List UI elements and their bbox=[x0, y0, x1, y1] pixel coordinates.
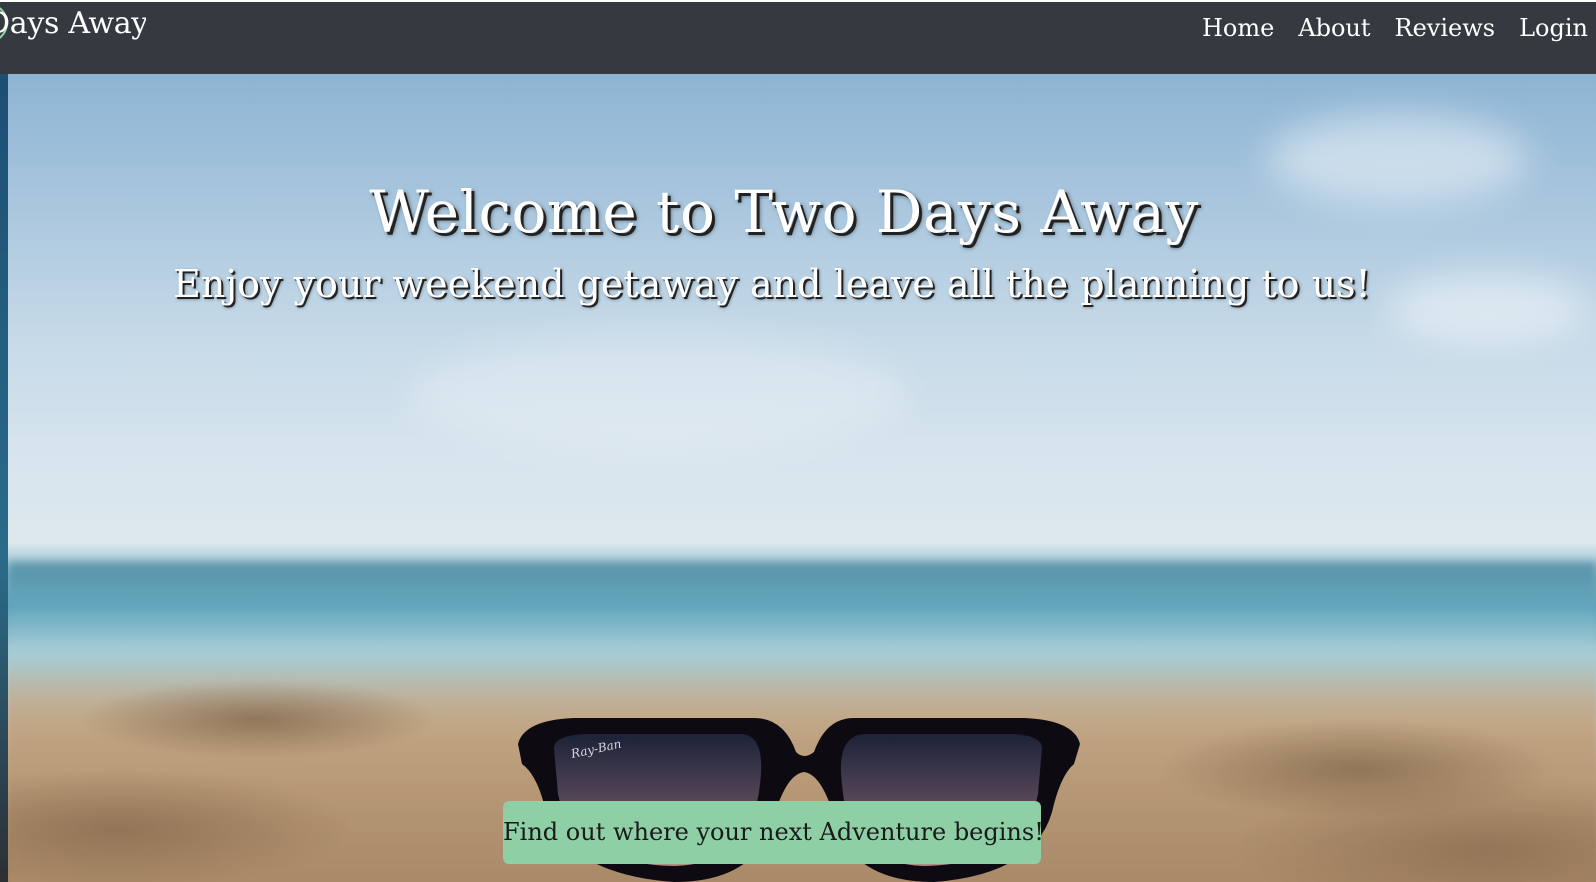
hero-title: Welcome to Two Days Away bbox=[369, 178, 1199, 246]
brand-name: Days Away bbox=[0, 6, 146, 41]
hero-subtitle: Enjoy your weekend getaway and leave all… bbox=[173, 262, 1371, 306]
brand-link[interactable]: Days Away bbox=[0, 0, 146, 50]
sea-band bbox=[8, 562, 1596, 652]
nav-link-reviews[interactable]: Reviews bbox=[1383, 14, 1508, 42]
navbar: Days Away Home About Reviews Login bbox=[0, 0, 1596, 74]
nav-link-about[interactable]: About bbox=[1286, 14, 1382, 42]
cloud-shape bbox=[408, 334, 908, 454]
nav-link-login[interactable]: Login bbox=[1507, 14, 1596, 42]
nav-links: Home About Reviews Login bbox=[1190, 14, 1596, 42]
adventure-cta-button[interactable]: Find out where your next Adventure begin… bbox=[503, 801, 1044, 864]
nav-link-home[interactable]: Home bbox=[1190, 14, 1286, 42]
